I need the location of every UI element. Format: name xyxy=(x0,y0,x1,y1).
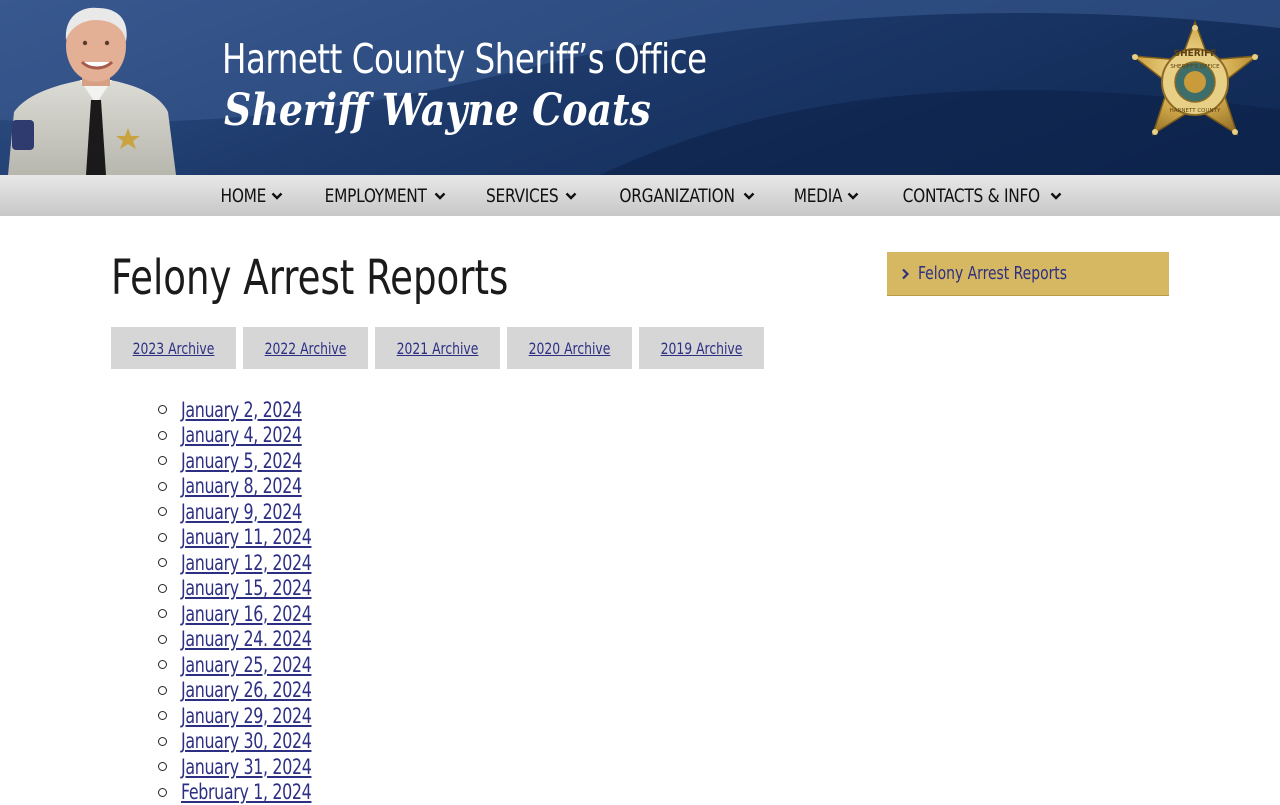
archive-link[interactable]: 2019 Archive xyxy=(661,339,743,358)
report-link[interactable]: January 4, 2024 xyxy=(181,423,302,447)
report-link[interactable]: January 16, 2024 xyxy=(181,602,311,626)
list-item: January 2, 2024 xyxy=(158,397,336,423)
circle-bullet-icon xyxy=(158,609,167,618)
report-link[interactable]: January 12, 2024 xyxy=(181,551,311,575)
nav-item-services[interactable]: SERVICES xyxy=(464,175,594,216)
report-link[interactable]: January 29, 2024 xyxy=(181,704,311,728)
report-link[interactable]: January 15, 2024 xyxy=(181,576,311,600)
report-link[interactable]: January 24. 2024 xyxy=(181,627,311,651)
chevron-down-icon xyxy=(847,192,859,200)
list-item: February 1, 2024 xyxy=(158,780,336,805)
main-navigation: HOME EMPLOYMENT SERVICES ORGANIZATION ME… xyxy=(0,175,1280,216)
list-item: January 15, 2024 xyxy=(158,576,336,602)
site-title: Harnett County Sheriff’s Office xyxy=(222,34,707,84)
badge-mid-text: SHERIFF'S OFFICE xyxy=(1170,64,1220,70)
chevron-down-icon xyxy=(565,192,577,200)
archive-button-2022[interactable]: 2022 Archive xyxy=(243,327,368,369)
list-item: January 12, 2024 xyxy=(158,550,336,576)
circle-bullet-icon xyxy=(158,507,167,516)
nav-item-label: MEDIA xyxy=(794,185,843,207)
circle-bullet-icon xyxy=(158,456,167,465)
report-link[interactable]: January 30, 2024 xyxy=(181,729,311,753)
archive-link[interactable]: 2021 Archive xyxy=(397,339,479,358)
badge-bottom-text: HARNETT COUNTY xyxy=(1170,108,1221,114)
nav-item-employment[interactable]: EMPLOYMENT xyxy=(301,175,464,216)
nav-item-media[interactable]: MEDIA xyxy=(773,175,877,216)
circle-bullet-icon xyxy=(158,584,167,593)
badge-top-text: SHERIFF xyxy=(1174,49,1217,59)
report-link[interactable]: January 25, 2024 xyxy=(181,653,311,677)
site-subtitle: Sheriff Wayne Coats xyxy=(224,84,651,138)
archive-link[interactable]: 2020 Archive xyxy=(529,339,611,358)
nav-item-label: ORGANIZATION xyxy=(619,185,734,207)
circle-bullet-icon xyxy=(158,762,167,771)
list-item: January 30, 2024 xyxy=(158,729,336,755)
report-link[interactable]: January 2, 2024 xyxy=(181,398,302,422)
list-item: January 29, 2024 xyxy=(158,703,336,729)
report-link[interactable]: January 26, 2024 xyxy=(181,678,311,702)
chevron-down-icon xyxy=(1050,192,1062,200)
report-link[interactable]: January 11, 2024 xyxy=(181,525,311,549)
archive-button-group: 2023 Archive 2022 Archive 2021 Archive 2… xyxy=(111,327,764,369)
circle-bullet-icon xyxy=(158,711,167,720)
report-link[interactable]: February 1, 2024 xyxy=(181,780,311,804)
circle-bullet-icon xyxy=(158,533,167,542)
nav-item-label: HOME xyxy=(221,185,267,207)
nav-item-label: CONTACTS & INFO xyxy=(903,185,1040,207)
archive-button-2023[interactable]: 2023 Archive xyxy=(111,327,236,369)
sheriff-portrait-image xyxy=(0,0,180,175)
page-title: Felony Arrest Reports xyxy=(111,248,508,308)
chevron-down-icon xyxy=(271,192,283,200)
report-link[interactable]: January 8, 2024 xyxy=(181,474,302,498)
report-link[interactable]: January 31, 2024 xyxy=(181,755,311,779)
circle-bullet-icon xyxy=(158,686,167,695)
list-item: January 26, 2024 xyxy=(158,678,336,704)
report-link[interactable]: January 5, 2024 xyxy=(181,449,302,473)
archive-link[interactable]: 2022 Archive xyxy=(265,339,347,358)
report-list: January 2, 2024 January 4, 2024 January … xyxy=(158,397,336,805)
nav-item-label: SERVICES xyxy=(487,185,559,207)
circle-bullet-icon xyxy=(158,558,167,567)
archive-button-2021[interactable]: 2021 Archive xyxy=(375,327,500,369)
chevron-down-icon xyxy=(743,192,755,200)
nav-item-contacts-info[interactable]: CONTACTS & INFO xyxy=(877,175,1080,216)
circle-bullet-icon xyxy=(158,482,167,491)
list-item: January 9, 2024 xyxy=(158,499,336,525)
archive-button-2019[interactable]: 2019 Archive xyxy=(639,327,764,369)
list-item: January 4, 2024 xyxy=(158,423,336,449)
circle-bullet-icon xyxy=(158,635,167,644)
list-item: January 31, 2024 xyxy=(158,754,336,780)
site-header: Harnett County Sheriff’s Office Sheriff … xyxy=(0,0,1280,175)
list-item: January 25, 2024 xyxy=(158,652,336,678)
circle-bullet-icon xyxy=(158,405,167,414)
list-item: January 8, 2024 xyxy=(158,474,336,500)
chevron-down-icon xyxy=(434,192,446,200)
list-item: January 24. 2024 xyxy=(158,627,336,653)
sheriff-star-badge-logo: SHERIFF SHERIFF'S OFFICE HARNETT COUNTY xyxy=(1129,20,1261,146)
circle-bullet-icon xyxy=(158,788,167,797)
report-link[interactable]: January 9, 2024 xyxy=(181,500,302,524)
circle-bullet-icon xyxy=(158,737,167,746)
archive-link[interactable]: 2023 Archive xyxy=(133,339,215,358)
sidebar-item-label: Felony Arrest Reports xyxy=(918,263,1067,284)
nav-item-home[interactable]: HOME xyxy=(200,175,301,216)
circle-bullet-icon xyxy=(158,431,167,440)
nav-item-label: EMPLOYMENT xyxy=(325,185,427,207)
list-item: January 16, 2024 xyxy=(158,601,336,627)
circle-bullet-icon xyxy=(158,660,167,669)
archive-button-2020[interactable]: 2020 Archive xyxy=(507,327,632,369)
sidebar-item-felony-arrest-reports[interactable]: Felony Arrest Reports xyxy=(887,252,1169,296)
nav-item-organization[interactable]: ORGANIZATION xyxy=(595,175,773,216)
list-item: January 11, 2024 xyxy=(158,525,336,551)
chevron-right-icon xyxy=(901,268,910,280)
list-item: January 5, 2024 xyxy=(158,448,336,474)
